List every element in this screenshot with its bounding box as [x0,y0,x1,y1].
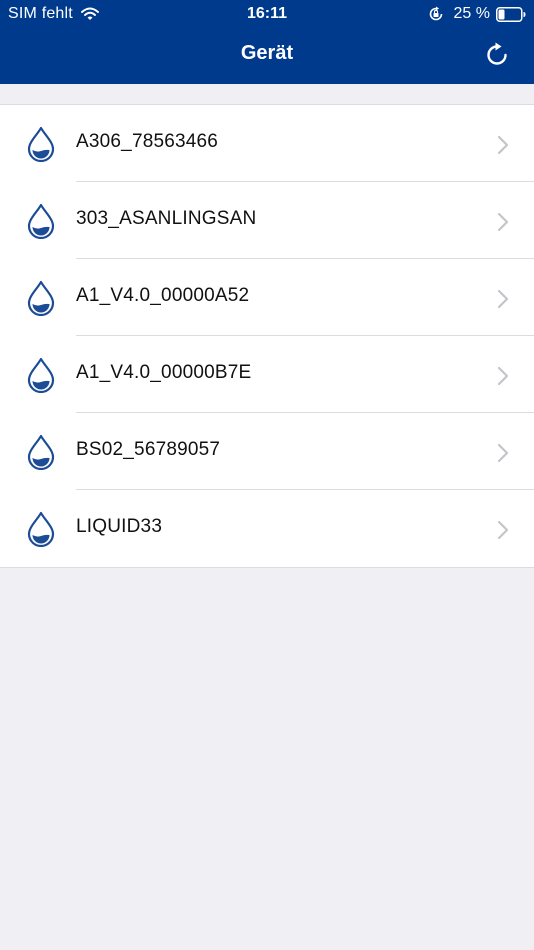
device-label: LIQUID33 [76,516,163,537]
chevron-right-icon [497,520,509,540]
device-label: 303_ASANLINGSAN [76,208,257,229]
refresh-button[interactable] [482,40,512,70]
water-drop-icon [27,511,55,547]
battery-percent: 25 % [453,5,490,22]
water-drop-icon [27,126,55,162]
chevron-right-icon [497,212,509,232]
device-list: A306_78563466 303_ASANLINGSAN A1_V4.0_00… [0,104,534,568]
chevron-right-icon [497,135,509,155]
device-row[interactable]: A1_V4.0_00000B7E [0,336,534,413]
refresh-icon [487,42,507,65]
water-drop-icon [27,280,55,316]
device-row[interactable]: 303_ASANLINGSAN [0,182,534,259]
water-drop-icon [27,357,55,393]
water-drop-icon [27,434,55,470]
page-title: Gerät [240,42,294,64]
device-row[interactable]: A1_V4.0_00000A52 [0,259,534,336]
device-row[interactable]: BS02_56789057 [0,413,534,490]
chevron-right-icon [497,443,509,463]
device-label: A1_V4.0_00000A52 [76,285,250,306]
navigation-header: SIM fehlt 16:11 25 % Gerät [0,0,534,84]
device-row[interactable]: A306_78563466 [0,105,534,182]
status-right: 25 % [428,5,526,23]
device-row[interactable]: LIQUID33 [0,490,534,567]
water-drop-icon [27,203,55,239]
battery-icon [496,6,526,22]
chevron-right-icon [497,289,509,309]
device-label: A306_78563466 [76,131,219,152]
chevron-right-icon [497,366,509,386]
orientation-lock-icon [428,6,444,22]
device-label: BS02_56789057 [76,439,221,460]
device-label: A1_V4.0_00000B7E [76,362,252,383]
status-bar: SIM fehlt 16:11 25 % [0,0,534,30]
